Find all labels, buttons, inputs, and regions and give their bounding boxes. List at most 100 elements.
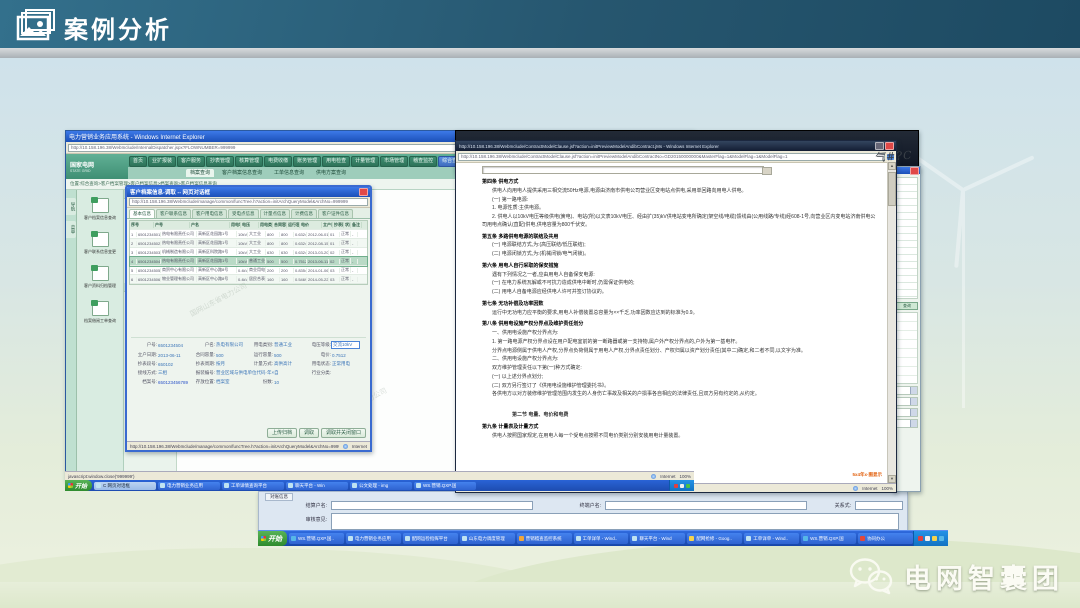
tray-icon[interactable] <box>925 536 930 541</box>
main-tab[interactable]: 业扩报装 <box>148 156 176 167</box>
scrollbar-thumb[interactable] <box>888 172 896 206</box>
dialog-tab[interactable]: 客户联系信息 <box>156 209 191 218</box>
dialog-button[interactable]: 调取并关闭窗口 <box>321 428 366 438</box>
field-input[interactable] <box>331 501 533 510</box>
taskbar-button[interactable]: 聊天平台 - Wind <box>630 533 685 544</box>
tray-icon[interactable] <box>918 536 923 541</box>
table-header-cell[interactable]: 运行容量 <box>287 222 300 228</box>
detail-field: 电压等级: 交流10kV <box>305 341 363 349</box>
taskbar-button[interactable]: C 网页对话框 <box>94 482 156 490</box>
main-tab[interactable]: 核算管理 <box>235 156 263 167</box>
panel-dropdown[interactable] <box>896 419 918 428</box>
taskbar-button[interactable]: 公文处理 - img <box>350 482 412 490</box>
taskbar-button[interactable]: 山东电力调度管理 <box>460 533 515 544</box>
taskbar-button[interactable]: WS.营销.QXP.国 <box>801 533 856 544</box>
form-tab[interactable]: 对账信息 <box>265 493 293 501</box>
main-tab[interactable]: 账务管理 <box>293 156 321 167</box>
tray-icon[interactable] <box>680 484 684 488</box>
sidebar-item[interactable]: 档案借阅工单查询 <box>77 301 123 323</box>
taskbar-button[interactable]: 配网运检指挥平台 <box>403 533 458 544</box>
zoom-level[interactable]: 100% <box>881 486 893 491</box>
panel-dropdown[interactable] <box>896 408 918 417</box>
table-header-cell[interactable]: 电价 <box>300 222 322 228</box>
sidebar-item[interactable]: 客户联系信息变更 <box>77 232 123 254</box>
taskbar-button[interactable]: 工单详单 - Wind.. <box>744 533 799 544</box>
scroll-down-icon[interactable]: ▼ <box>888 475 896 483</box>
main-tab[interactable]: 用电检查 <box>322 156 350 167</box>
panel-dropdown[interactable] <box>896 386 918 395</box>
table-header-cell[interactable]: 户名 <box>190 222 230 228</box>
taskbar-button[interactable]: 协同办公 <box>858 533 913 544</box>
handwritten-scribble: 气#?C <box>873 147 913 166</box>
tray-icon[interactable] <box>939 536 944 541</box>
table-header-cell[interactable]: 状态 <box>344 222 351 228</box>
comment-textarea[interactable] <box>331 513 899 530</box>
panel-query-button[interactable]: 查询 <box>896 302 918 310</box>
taskbar-button[interactable]: 营销稽查监控系统 <box>517 533 572 544</box>
table-header-cell[interactable]: 备注 <box>351 222 362 228</box>
main-tab[interactable]: 首页 <box>129 156 147 167</box>
taskbar-button[interactable]: WS.营销.QXP.国.. <box>289 533 344 544</box>
dialog-button[interactable]: 上传归档 <box>267 428 297 438</box>
start-button[interactable]: 开始 <box>65 480 92 491</box>
sub-tab[interactable]: 档案查询 <box>186 169 214 177</box>
table-header-cell[interactable]: 用电地址 <box>230 222 241 228</box>
taskbar-button[interactable]: 配网抢修 - Goog.. <box>687 533 742 544</box>
main-tab[interactable]: 抄表管理 <box>206 156 234 167</box>
start-button[interactable]: 开始 <box>258 531 287 546</box>
table-row[interactable]: 66501234506 物业管理有限公司高新区中心路8号 0.4kV居民合表 1… <box>130 275 367 284</box>
vertical-scrollbar[interactable]: ▲ ▼ <box>887 162 896 483</box>
main-tab[interactable]: 稽查监控 <box>409 156 437 167</box>
sub-tab[interactable]: 供电方案查询 <box>312 169 350 177</box>
dialog-titlebar[interactable]: 客户档案信息-调取 -- 网页对话框 <box>127 187 370 197</box>
table-row[interactable]: 46501234504 热电有限责任公司高新区花园路1号 10kV普通工业 50… <box>130 257 367 266</box>
close-icon[interactable] <box>910 167 919 175</box>
dialog-address-input[interactable]: http://10.158.196.38/WebInclude/manage/c… <box>129 198 368 206</box>
table-header-cell[interactable]: 序号 <box>130 222 154 228</box>
main-tab[interactable]: 电费收缴 <box>264 156 292 167</box>
main-tab[interactable]: 客户服务 <box>177 156 205 167</box>
sidebar-item[interactable]: 客户资料归档管理 <box>77 266 123 288</box>
window-titlebar[interactable]: http://10.158.196.38/WebInclude/Contract… <box>456 141 896 151</box>
dialog-button[interactable]: 调取 <box>299 428 319 438</box>
table-header-cell[interactable]: 户号 <box>154 222 190 228</box>
vertical-tab[interactable]: 导航 <box>66 198 76 215</box>
sub-tab[interactable]: 客户档案信息查询 <box>218 169 266 177</box>
sidebar-item[interactable]: 客户档案信息查询 <box>77 198 123 220</box>
table-header-cell[interactable]: 电压 <box>241 222 259 228</box>
tray-icon[interactable] <box>686 484 690 488</box>
close-icon[interactable] <box>359 188 368 196</box>
taskbar-button[interactable]: 工单详情查询平台 <box>222 482 284 490</box>
address-input[interactable]: http://10.158.196.38/WebInclude/Contract… <box>458 153 885 161</box>
field-input[interactable] <box>605 501 807 510</box>
table-header-cell[interactable]: 用电类别 <box>259 222 273 228</box>
taskbar-button[interactable]: 聊天平台 - Win <box>286 482 348 490</box>
dialog-tab[interactable]: 计费信息 <box>291 209 317 218</box>
table-header-cell[interactable]: 立户日期 <box>322 222 333 228</box>
dialog-tab[interactable]: 客户用电信息 <box>192 209 227 218</box>
table-row[interactable]: 56501234505 商贸中心有限公司高新区中心路8号 0.4kV商业用电 2… <box>130 266 367 275</box>
main-tab[interactable]: 计量管理 <box>351 156 379 167</box>
vertical-tab[interactable]: 菜单 <box>66 221 76 238</box>
dialog-tab[interactable]: 基本信息 <box>129 209 155 218</box>
dialog-tab[interactable]: 计量点信息 <box>260 209 291 218</box>
dialog-tab[interactable]: 受电点信息 <box>228 209 259 218</box>
panel-dropdown[interactable] <box>896 397 918 406</box>
taskbar-button[interactable]: 工单详单 - Wind.. <box>574 533 629 544</box>
table-header-cell[interactable]: 合同容量 <box>273 222 287 228</box>
table-row[interactable]: 26501234502 热电有限责任公司高新区花园路1号 10kV大工业 800… <box>130 239 367 248</box>
table-header-cell[interactable]: 抄表段 <box>333 222 344 228</box>
dialog-tab[interactable]: 客户证件信息 <box>318 209 353 218</box>
taskbar-button[interactable]: WS.营销.QXP.国 <box>414 482 476 490</box>
field-input[interactable] <box>855 501 903 510</box>
table-row[interactable]: 16501234501 热电有限责任公司高新区花园路1号 10kV大工业 800… <box>130 230 367 239</box>
taskbar-button[interactable]: 电力营销业务应用 <box>346 533 401 544</box>
main-tab[interactable]: 市场管理 <box>380 156 408 167</box>
taskbar-button[interactable]: 电力营销业务应用 <box>158 482 220 490</box>
sub-tab[interactable]: 工单信息查询 <box>270 169 308 177</box>
inline-scroll-field[interactable] <box>482 166 764 174</box>
table-row[interactable]: 36501234503 机械制造有限公司高新区科院路9号 10kV大工业 630… <box>130 248 367 257</box>
zoom-level[interactable]: 100% <box>679 474 691 479</box>
tray-icon[interactable] <box>674 484 678 488</box>
tray-icon[interactable] <box>932 536 937 541</box>
